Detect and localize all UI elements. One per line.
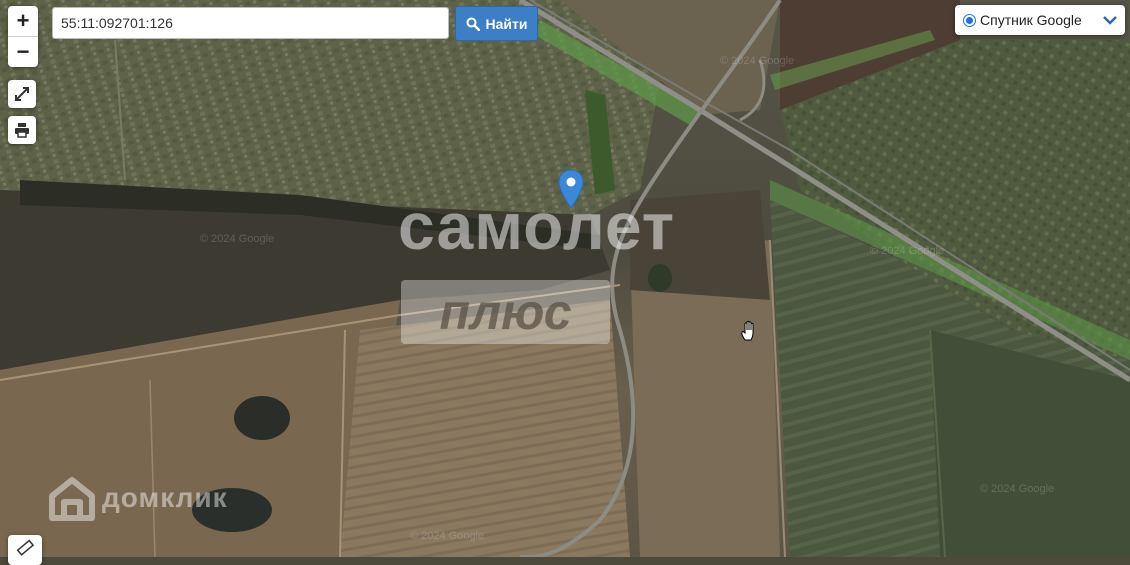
fullscreen-button[interactable] bbox=[8, 80, 36, 108]
layer-select-label: Спутник Google bbox=[980, 12, 1082, 28]
ruler-icon bbox=[16, 539, 34, 556]
ruler-button[interactable] bbox=[8, 535, 42, 565]
search-button[interactable]: Найти bbox=[455, 6, 538, 41]
hand-cursor-icon bbox=[741, 320, 754, 341]
location-pin-icon[interactable] bbox=[558, 169, 584, 209]
zoom-controls: + − bbox=[8, 6, 38, 67]
copyright-5: © 2024 Google bbox=[870, 245, 945, 257]
layer-radio[interactable] bbox=[963, 13, 976, 27]
house-logo-icon bbox=[49, 477, 95, 521]
search-button-label: Найти bbox=[485, 15, 528, 32]
pond-3 bbox=[648, 264, 672, 292]
copyright-3: © 2024 Google bbox=[980, 483, 1055, 495]
plus-watermark: плюс bbox=[401, 280, 610, 344]
domclick-watermark-text: домклик bbox=[102, 482, 228, 513]
domclick-watermark: домклик bbox=[48, 474, 228, 522]
pond-1 bbox=[234, 396, 290, 440]
minus-icon: − bbox=[16, 39, 30, 64]
search-icon bbox=[466, 17, 480, 31]
satellite-map[interactable]: © 2024 Google © 2024 Google © 2024 Googl… bbox=[0, 0, 1130, 557]
plus-watermark-text: плюс bbox=[439, 284, 572, 340]
layer-select[interactable]: Спутник Google bbox=[955, 5, 1125, 35]
zoom-out-button[interactable]: − bbox=[8, 36, 38, 67]
cadastral-search-input[interactable] bbox=[52, 7, 449, 39]
printer-icon bbox=[15, 123, 29, 138]
copyright-4: © 2024 Google bbox=[410, 530, 485, 542]
chevron-down-icon bbox=[1103, 16, 1117, 25]
expand-arrows-icon bbox=[15, 87, 29, 101]
copyright-2: © 2024 Google bbox=[720, 55, 795, 67]
samolet-watermark: самолет bbox=[398, 189, 676, 263]
zoom-in-button[interactable]: + bbox=[8, 6, 38, 36]
print-button[interactable] bbox=[8, 116, 36, 144]
plus-icon: + bbox=[16, 8, 30, 33]
copyright-1: © 2024 Google bbox=[200, 233, 275, 245]
